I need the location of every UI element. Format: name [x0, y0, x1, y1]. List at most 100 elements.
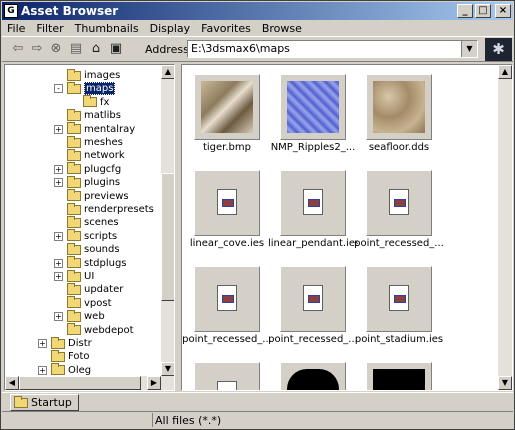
- up-folder-icon[interactable]: ▣: [108, 41, 124, 57]
- menu-filter[interactable]: Filter: [31, 22, 69, 35]
- tree-expander-icon[interactable]: +: [54, 178, 63, 188]
- document-icon: [389, 285, 409, 311]
- tree-item[interactable]: webdepot: [67, 323, 134, 337]
- tree-item[interactable]: web: [67, 309, 105, 323]
- file-name: point_stadium.ies: [354, 334, 444, 345]
- home-icon[interactable]: ⌂: [88, 41, 104, 57]
- minimize-button[interactable]: _: [457, 4, 473, 18]
- scroll-up-icon[interactable]: ▲: [498, 65, 512, 79]
- tree-expander-icon[interactable]: -: [54, 84, 63, 94]
- file-name: point_recessed_...: [268, 334, 358, 345]
- close-button[interactable]: ×: [495, 4, 511, 18]
- file-tile[interactable]: point_recessed_...: [182, 259, 272, 351]
- image-preview: [201, 81, 253, 133]
- menu-thumbnails[interactable]: Thumbnails: [70, 22, 145, 35]
- menu-bar: File Filter Thumbnails Display Favorites…: [2, 20, 513, 36]
- tree-item[interactable]: matlibs: [67, 108, 121, 122]
- title-bar: G Asset Browser _ □ ×: [2, 2, 513, 20]
- tree-item[interactable]: images: [67, 68, 120, 82]
- tree-item[interactable]: updater: [67, 282, 123, 296]
- tree-item-label: Oleg: [68, 364, 92, 376]
- tree-expander-icon[interactable]: +: [54, 312, 63, 322]
- menu-browse[interactable]: Browse: [257, 22, 308, 35]
- scroll-left-icon[interactable]: ◀: [5, 376, 19, 390]
- document-icon: [217, 285, 237, 311]
- tree-item[interactable]: mentalray: [67, 122, 135, 136]
- address-input[interactable]: E:\3dsmax6\maps ▼: [187, 40, 478, 58]
- scroll-down-icon[interactable]: ▼: [161, 362, 174, 376]
- tree-item-label: Distr: [68, 338, 92, 349]
- tree-item-label: meshes: [84, 137, 123, 148]
- file-tile[interactable]: seafloor.dds: [358, 67, 440, 159]
- file-thumbnail: [194, 266, 260, 332]
- tree-vertical-scrollbar[interactable]: ▲ ▼: [161, 65, 174, 376]
- address-dropdown-arrow-icon[interactable]: ▼: [461, 41, 477, 57]
- folder-icon: [67, 256, 81, 269]
- file-tile[interactable]: linear_pendant.ies: [268, 163, 358, 255]
- tree-item[interactable]: renderpresets: [67, 202, 154, 216]
- tree-item[interactable]: previews: [67, 189, 129, 203]
- folder-icon: [67, 135, 81, 148]
- tree-expander-icon[interactable]: +: [54, 124, 63, 134]
- tree-expander-icon[interactable]: +: [54, 272, 63, 281]
- scroll-up-icon[interactable]: ▲: [161, 65, 174, 79]
- tree-expander-icon[interactable]: +: [38, 339, 47, 348]
- tree-item[interactable]: Distr: [51, 336, 92, 350]
- tree-item[interactable]: Oleg: [51, 363, 92, 377]
- tree-item[interactable]: meshes: [67, 135, 123, 149]
- tree-item-label: previews: [84, 190, 129, 202]
- file-tile[interactable]: point_recessed_...: [268, 259, 358, 351]
- tree-item[interactable]: plugins: [67, 175, 120, 189]
- scroll-down-icon[interactable]: ▼: [498, 376, 512, 390]
- tree-horizontal-scrollbar[interactable]: ◀ ▶: [5, 376, 174, 390]
- refresh-icon[interactable]: ▤: [68, 41, 84, 57]
- tree-item-label: network: [84, 150, 125, 162]
- tree-hscroll-thumb[interactable]: [19, 376, 141, 390]
- maximize-button[interactable]: □: [475, 4, 491, 18]
- file-thumbnail: [366, 266, 432, 332]
- tree-expander-icon[interactable]: +: [54, 258, 63, 268]
- tab-label: Startup: [31, 396, 72, 409]
- tree-scroll-thumb[interactable]: [161, 173, 174, 301]
- back-arrow-icon[interactable]: ⇦: [10, 41, 26, 57]
- file-tile[interactable]: NMP_Ripples2_...: [271, 67, 355, 159]
- file-tile[interactable]: tiger.bmp: [186, 67, 268, 159]
- tree-item[interactable]: scenes: [67, 215, 119, 229]
- folder-icon: [67, 148, 81, 161]
- menu-file[interactable]: File: [2, 22, 31, 35]
- tree-item[interactable]: UI: [67, 269, 94, 283]
- file-name: NMP_Ripples2_...: [270, 142, 356, 153]
- file-tile[interactable]: point_recessed_...: [354, 163, 444, 255]
- image-preview: [373, 81, 425, 133]
- tree-item[interactable]: Foto: [51, 349, 90, 363]
- tree-item-label: webdepot: [84, 324, 134, 336]
- tree-item[interactable]: stdplugs: [67, 256, 127, 270]
- menu-favorites[interactable]: Favorites: [196, 22, 257, 35]
- file-tile[interactable]: linear_cove.ies: [186, 163, 268, 255]
- file-tile[interactable]: point_stadium.ies: [355, 259, 443, 351]
- tree-expander-icon[interactable]: +: [54, 164, 63, 174]
- tree-item-label: renderpresets: [84, 204, 154, 215]
- forward-arrow-icon[interactable]: ⇨: [29, 41, 45, 57]
- stop-icon[interactable]: ⊗: [48, 41, 64, 57]
- menu-display[interactable]: Display: [145, 22, 197, 35]
- tree-item[interactable]: sounds: [67, 242, 120, 256]
- file-tile[interactable]: [186, 355, 268, 390]
- file-tile[interactable]: [272, 355, 354, 390]
- tree-item-label: maps: [84, 82, 116, 96]
- tree-item[interactable]: scripts: [67, 229, 117, 243]
- address-value: E:\3dsmax6\maps: [191, 42, 290, 55]
- tab-startup[interactable]: Startup: [10, 394, 79, 411]
- tree-item[interactable]: fx: [83, 95, 109, 109]
- tree-item[interactable]: plugcfg: [67, 162, 121, 176]
- tree-item[interactable]: maps: [67, 81, 116, 96]
- tree-expander-icon[interactable]: +: [38, 365, 47, 375]
- folder-icon: [67, 68, 81, 81]
- file-name: linear_cove.ies: [189, 238, 265, 249]
- tree-item[interactable]: network: [67, 148, 125, 162]
- file-tile[interactable]: [358, 355, 440, 390]
- scroll-right-icon[interactable]: ▶: [147, 376, 161, 390]
- grid-vertical-scrollbar[interactable]: ▲ ▼: [498, 65, 512, 390]
- tree-expander-icon[interactable]: +: [54, 231, 63, 241]
- tree-item[interactable]: vpost: [67, 296, 112, 310]
